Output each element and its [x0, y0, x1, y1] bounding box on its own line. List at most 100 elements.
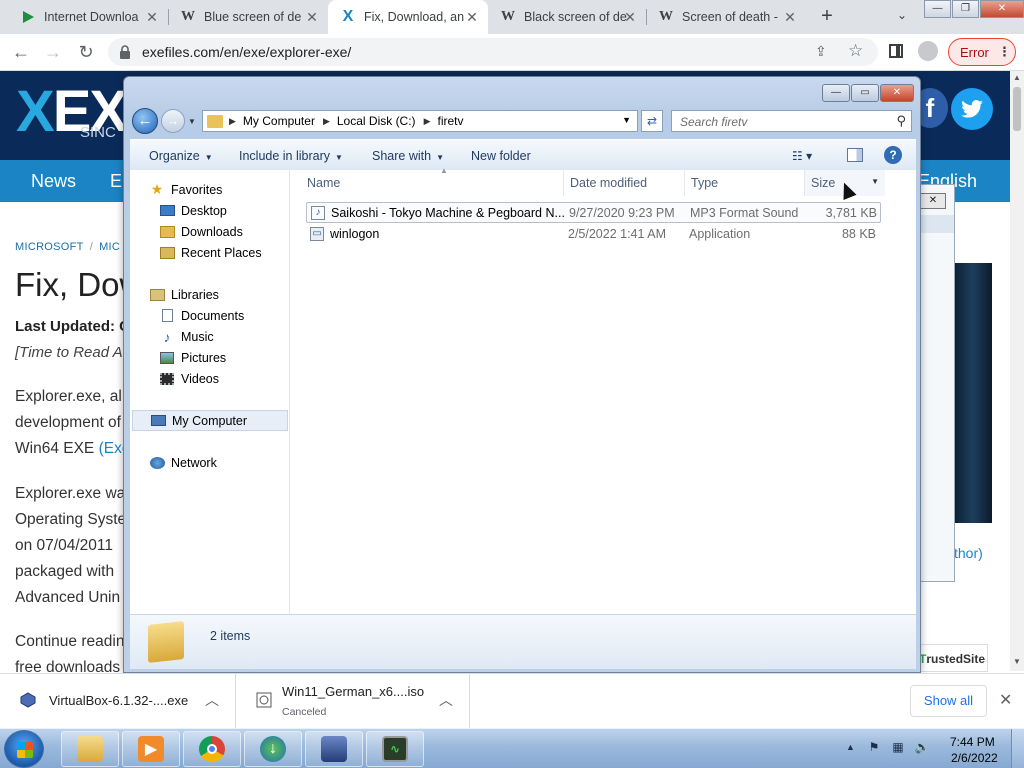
- download-item[interactable]: Win11_German_x6....iso Canceled ︿: [236, 674, 470, 729]
- column-type[interactable]: Type: [685, 170, 805, 196]
- search-icon[interactable]: ⚲: [896, 113, 906, 129]
- back-arrow-icon[interactable]: ←: [132, 108, 158, 134]
- file-row[interactable]: ▭ winlogon 2/5/2022 1:41 AM Application 8…: [306, 223, 881, 244]
- nav-news-link[interactable]: News: [31, 171, 76, 192]
- twitter-icon[interactable]: [951, 88, 993, 130]
- breadcrumb-item[interactable]: MIC: [99, 241, 120, 253]
- nav-my-computer[interactable]: My Computer: [132, 410, 288, 431]
- explorer-search-input[interactable]: Search firetv ⚲: [671, 110, 912, 132]
- restore-button[interactable]: ❐: [952, 0, 979, 18]
- chevron-up-icon[interactable]: ︿: [205, 690, 219, 710]
- taskbar-explorer[interactable]: [61, 731, 119, 767]
- include-in-library-button[interactable]: Include in library ▼: [239, 149, 343, 163]
- bookmark-star-icon[interactable]: ☆: [848, 41, 863, 61]
- close-icon[interactable]: ✕: [999, 690, 1012, 710]
- address-dropdown-icon[interactable]: ▼: [622, 115, 631, 125]
- tab-fix-download[interactable]: X Fix, Download, an ✕: [328, 0, 488, 34]
- address-segment[interactable]: Local Disk (C:): [337, 114, 416, 128]
- new-tab-button[interactable]: +: [816, 6, 838, 28]
- close-icon[interactable]: ✕: [782, 9, 798, 25]
- chevron-down-icon[interactable]: ▼: [871, 177, 879, 186]
- more-menu-icon[interactable]: ⋮: [998, 44, 1011, 60]
- taskbar-chrome[interactable]: [183, 731, 241, 767]
- minimize-button[interactable]: —: [822, 84, 850, 102]
- close-icon[interactable]: ✕: [464, 9, 480, 25]
- nav-network[interactable]: Network: [130, 452, 290, 473]
- close-button[interactable]: ✕: [880, 84, 914, 102]
- close-icon[interactable]: ✕: [304, 9, 320, 25]
- page-scrollbar[interactable]: ▲ ▼: [1010, 71, 1024, 671]
- column-name[interactable]: Name ▲: [301, 166, 564, 196]
- nav-downloads[interactable]: Downloads: [130, 221, 290, 242]
- nav-music[interactable]: ♪ Music: [130, 326, 290, 347]
- chevron-right-icon[interactable]: ▶: [323, 116, 330, 127]
- start-button[interactable]: [4, 730, 44, 768]
- maximize-button[interactable]: ▭: [851, 84, 879, 102]
- author-link[interactable]: thor): [954, 545, 983, 561]
- share-with-button[interactable]: Share with ▼: [372, 149, 444, 163]
- nav-videos[interactable]: Videos: [130, 368, 290, 389]
- taskbar-task-manager[interactable]: ∿: [366, 731, 424, 767]
- close-icon[interactable]: ✕: [920, 193, 946, 209]
- organize-button[interactable]: Organize ▼: [149, 149, 213, 163]
- nav-pictures[interactable]: Pictures: [130, 347, 290, 368]
- url-text[interactable]: exefiles.com/en/exe/explorer-exe/: [142, 44, 351, 60]
- share-icon[interactable]: ⇪: [815, 43, 827, 60]
- scroll-down-icon[interactable]: ▼: [1013, 657, 1021, 666]
- reload-icon[interactable]: ↻: [75, 42, 97, 64]
- address-segment[interactable]: firetv: [437, 114, 463, 128]
- forward-arrow-icon[interactable]: →: [42, 42, 64, 64]
- column-date-modified[interactable]: Date modified: [564, 170, 685, 196]
- action-center-flag-icon[interactable]: ⚑: [866, 740, 882, 756]
- preview-pane-icon[interactable]: [847, 148, 863, 162]
- nav-recent-places[interactable]: Recent Places: [130, 242, 290, 263]
- chevron-right-icon[interactable]: ▶: [229, 116, 236, 127]
- taskbar-idm[interactable]: ↓: [244, 731, 302, 767]
- taskbar-media-player[interactable]: ▶: [122, 731, 180, 767]
- scroll-up-icon[interactable]: ▲: [1013, 73, 1021, 82]
- download-item[interactable]: VirtualBox-6.1.32-....exe ︿: [0, 674, 236, 729]
- nav-favorites[interactable]: ★ Favorites: [130, 179, 290, 200]
- new-folder-button[interactable]: New folder: [471, 149, 531, 163]
- close-icon[interactable]: ✕: [144, 9, 160, 25]
- clock-time[interactable]: 7:44 PM: [950, 735, 995, 749]
- network-tray-icon[interactable]: ▦: [890, 740, 906, 756]
- scroll-thumb[interactable]: [1013, 87, 1021, 131]
- tab-search-chevron-icon[interactable]: ⌄: [897, 8, 907, 22]
- views-icon[interactable]: ☷ ▾: [792, 149, 812, 163]
- file-row[interactable]: ♪ Saikoshi - Tokyo Machine & Pegboard N..…: [306, 202, 881, 223]
- trustedsite-badge[interactable]: TrustedSite: [914, 644, 988, 672]
- explorer-address-bar[interactable]: ▶ My Computer ▶ Local Disk (C:) ▶ firetv…: [202, 110, 638, 132]
- tab-internet-download[interactable]: Internet Downloa ✕: [8, 0, 168, 34]
- nav-documents[interactable]: Documents: [130, 305, 290, 326]
- taskbar-virtualbox[interactable]: [305, 731, 363, 767]
- refresh-icon[interactable]: ⇄: [641, 110, 663, 132]
- help-icon[interactable]: ?: [884, 146, 902, 164]
- error-button[interactable]: Error ⋮: [948, 38, 1016, 66]
- close-icon[interactable]: ✕: [622, 9, 638, 25]
- tab-screen-of-death[interactable]: W Screen of death - ✕: [646, 0, 806, 34]
- profile-avatar[interactable]: [918, 41, 938, 61]
- address-segment[interactable]: My Computer: [243, 114, 315, 128]
- show-hidden-icons[interactable]: ▲: [846, 742, 855, 752]
- side-panel-icon[interactable]: [889, 44, 903, 58]
- lock-icon[interactable]: [119, 45, 133, 59]
- back-arrow-icon[interactable]: ←: [10, 42, 32, 64]
- nav-second-link[interactable]: E: [110, 171, 122, 192]
- tab-blue-screen[interactable]: W Blue screen of de ✕: [168, 0, 328, 34]
- chevron-up-icon[interactable]: ︿: [439, 690, 453, 710]
- forward-arrow-icon[interactable]: →: [161, 109, 185, 133]
- show-all-button[interactable]: Show all: [910, 685, 987, 717]
- address-bar[interactable]: exefiles.com/en/exe/explorer-exe/ ⇪ ☆: [108, 38, 878, 66]
- volume-icon[interactable]: 🔈: [914, 740, 930, 756]
- nav-desktop[interactable]: Desktop: [130, 200, 290, 221]
- clock-date[interactable]: 2/6/2022: [951, 751, 998, 765]
- minimize-button[interactable]: —: [924, 0, 951, 18]
- chevron-right-icon[interactable]: ▶: [424, 116, 431, 127]
- recent-pages-chevron-icon[interactable]: ▼: [188, 117, 196, 126]
- breadcrumb-item[interactable]: MICROSOFT: [15, 241, 84, 253]
- tab-black-screen[interactable]: W Black screen of de ✕: [488, 0, 646, 34]
- close-window-button[interactable]: ✕: [980, 0, 1024, 18]
- nav-libraries[interactable]: Libraries: [130, 284, 290, 305]
- show-desktop-button[interactable]: [1011, 729, 1024, 768]
